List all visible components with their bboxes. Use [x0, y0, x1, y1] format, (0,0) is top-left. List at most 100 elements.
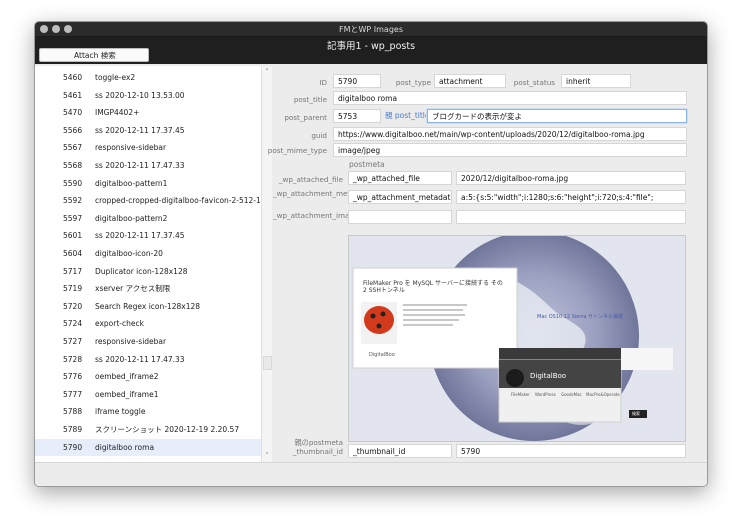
- list-item-id: 5727: [63, 337, 83, 346]
- list-item-name: Duplicator icon-128x128: [95, 266, 188, 276]
- attach-search-button[interactable]: Attach 検索: [39, 48, 149, 62]
- thumbnail-key[interactable]: _thumbnail_id: [348, 444, 452, 458]
- meta-attachment-metadata-key[interactable]: _wp_attachment_metadata: [348, 190, 452, 204]
- list-item-id: 5728: [63, 354, 83, 364]
- list-item[interactable]: 5590 digitalboo-pattern1: [35, 175, 261, 193]
- post-title-label: post_title: [293, 95, 327, 104]
- list-item[interactable]: 5470 IMGP4402+: [35, 104, 261, 122]
- meta-attachment-metadata-label: _wp_attachment_metadata: [273, 189, 371, 198]
- list-item-name: cropped-cropped-digitalboo-favicon-2-512…: [95, 196, 264, 206]
- list-item-id: 5790: [63, 442, 83, 452]
- list-item-name: IMGP4402+: [95, 108, 140, 118]
- guid-field[interactable]: https://www.digitalboo.net/main/wp-conte…: [333, 127, 687, 141]
- list-item-id: 5720: [63, 301, 83, 311]
- list-item-id: 5717: [63, 266, 83, 276]
- list-item[interactable]: 5460 toggle-ex2: [35, 69, 261, 87]
- list-item-name: ss 2020-12-10 13.53.00: [95, 90, 185, 100]
- image-preview[interactable]: FileMaker Pro を MySQL サーバーに接続する その2 SSHト…: [348, 235, 686, 442]
- list-item-name: responsive-sidebar: [95, 337, 167, 346]
- widget-tab-goodsmac: GoodsMac: [561, 392, 582, 397]
- list-item-name: digitalboo roma: [95, 442, 155, 452]
- mime-type-label: post_mime_type: [267, 146, 327, 155]
- list-item[interactable]: 5720 Search Regex icon-128x128: [35, 298, 261, 316]
- list-item[interactable]: 5717 Duplicator icon-128x128: [35, 263, 261, 281]
- list-item-id: 5601: [63, 231, 83, 241]
- widget-search-button: 検索: [632, 411, 640, 416]
- window-title: FMとWP Images: [338, 25, 403, 34]
- list-item-name: Search Regex icon-128x128: [95, 301, 201, 311]
- list-item-id: 5776: [63, 372, 83, 382]
- list-item[interactable]: 5728 ss 2020-12-11 17.47.33: [35, 351, 261, 369]
- list-item[interactable]: 5788 iframe toggle: [35, 403, 261, 421]
- list-item-name: digitalboo-icon-20: [95, 249, 163, 258]
- list-item-name: ss 2020-12-11 17.37.45: [95, 231, 185, 241]
- list-item-name: toggle-ex2: [95, 73, 136, 82]
- list-item-name: ss 2020-12-11 17.37.45: [95, 125, 185, 135]
- id-field[interactable]: 5790: [333, 74, 381, 88]
- meta-attached-file-key[interactable]: _wp_attached_file: [348, 171, 452, 185]
- meta-image-alt-label: _wp_attachment_image_alt: [273, 211, 372, 220]
- list-item[interactable]: 5568 ss 2020-12-11 17.47.33: [35, 157, 261, 175]
- widget-brand: DigitalBoo: [530, 372, 567, 380]
- list-item[interactable]: 5719 xserver アクセス制限: [35, 280, 261, 298]
- record-list[interactable]: 5460 toggle-ex2 5461 ss 2020-12-10 13.53.00…: [35, 66, 272, 462]
- list-item[interactable]: 5777 oembed_iframe1: [35, 386, 261, 404]
- list-item[interactable]: 5601 ss 2020-12-11 17.37.45: [35, 227, 261, 245]
- status-bar: [35, 462, 707, 486]
- postmeta-label: postmeta: [349, 160, 385, 169]
- list-item-id: 5719: [63, 284, 83, 294]
- meta-attachment-metadata-value[interactable]: a:5:{s:5:"width";i:1280;s:6:"height";i:7…: [456, 190, 686, 204]
- list-item-name: digitalboo-pattern1: [95, 178, 168, 188]
- list-item-name: export-check: [95, 319, 144, 329]
- list-item[interactable]: 5790 digitalboo roma: [35, 438, 261, 457]
- post-status-field[interactable]: inherit: [561, 74, 631, 88]
- list-item[interactable]: 5567 responsive-sidebar: [35, 139, 261, 157]
- list-item[interactable]: 5604 digitalboo-icon-20: [35, 245, 261, 263]
- scroll-thumb[interactable]: [263, 356, 272, 370]
- scroll-up-icon[interactable]: ˄: [263, 68, 271, 76]
- list-item-id: 5788: [63, 407, 83, 417]
- guid-label: guid: [311, 131, 327, 140]
- list-item[interactable]: 5789 スクリーンショット 2020-12-19 2.20.57: [35, 421, 261, 439]
- list-item-name: xserver アクセス制限: [95, 284, 171, 294]
- parent-title-field[interactable]: ブログカードの表示が変よ: [427, 109, 687, 123]
- parent-meta-label: 親のpostmeta _thumbnail_id: [292, 438, 343, 456]
- scroll-down-icon[interactable]: ˅: [263, 452, 271, 460]
- title-bar: FMとWP Images: [35, 22, 707, 37]
- meta-image-alt-key[interactable]: [348, 210, 452, 224]
- post-type-field[interactable]: attachment: [434, 74, 506, 88]
- widget-tab-wordpress: WordPress: [535, 392, 556, 397]
- post-title-field[interactable]: digitalboo roma: [333, 91, 687, 105]
- list-item-id: 5789: [63, 425, 83, 434]
- list-item-id: 5590: [63, 178, 83, 188]
- list-item-id: 5470: [63, 108, 83, 118]
- post-status-label: post_status: [513, 78, 555, 87]
- list-item-name: ss 2020-12-11 17.47.33: [95, 354, 185, 364]
- list-item[interactable]: 5566 ss 2020-12-11 17.37.45: [35, 122, 261, 140]
- id-label: ID: [319, 78, 327, 87]
- post-parent-field[interactable]: 5753: [333, 109, 381, 123]
- meta-attached-file-value[interactable]: 2020/12/digitalboo-roma.jpg: [456, 171, 686, 185]
- list-item[interactable]: 5461 ss 2020-12-10 13.53.00: [35, 87, 261, 105]
- list-item[interactable]: 5727 responsive-sidebar: [35, 333, 261, 351]
- mime-type-field[interactable]: image/jpeg: [333, 143, 687, 157]
- card-title: FileMaker Pro を MySQL サーバーに接続する その2 SSHト…: [363, 280, 503, 294]
- meta-image-alt-value[interactable]: [456, 210, 686, 224]
- post-type-label: post_type: [395, 78, 431, 87]
- app-window: FMとWP Images 記事用1 - wp_posts Attach 検索 5…: [34, 21, 708, 487]
- layout-header: 記事用1 - wp_posts Attach 検索: [35, 37, 707, 64]
- list-item-name: digitalboo-pattern2: [95, 213, 168, 223]
- parent-title-label: 親 post_title: [385, 111, 430, 120]
- list-scrollbar[interactable]: ˄ ˅: [261, 66, 272, 462]
- thumbnail-value[interactable]: 5790: [456, 444, 686, 458]
- list-item[interactable]: 5724 export-check: [35, 315, 261, 333]
- list-item-id: 5597: [63, 213, 83, 223]
- list-item[interactable]: 5592 cropped-cropped-digitalboo-favicon-2…: [35, 192, 264, 210]
- list-item-name: スクリーンショット 2020-12-19 2.20.57: [95, 425, 240, 434]
- list-item-id: 5592: [63, 196, 83, 206]
- list-item[interactable]: 5597 digitalboo-pattern2: [35, 210, 261, 228]
- card-site: DigitalBoo: [369, 352, 395, 358]
- list-item-id: 5604: [63, 249, 83, 258]
- list-item-name: ss 2020-12-11 17.47.33: [95, 161, 185, 170]
- list-item[interactable]: 5776 oembed_iframe2: [35, 368, 261, 386]
